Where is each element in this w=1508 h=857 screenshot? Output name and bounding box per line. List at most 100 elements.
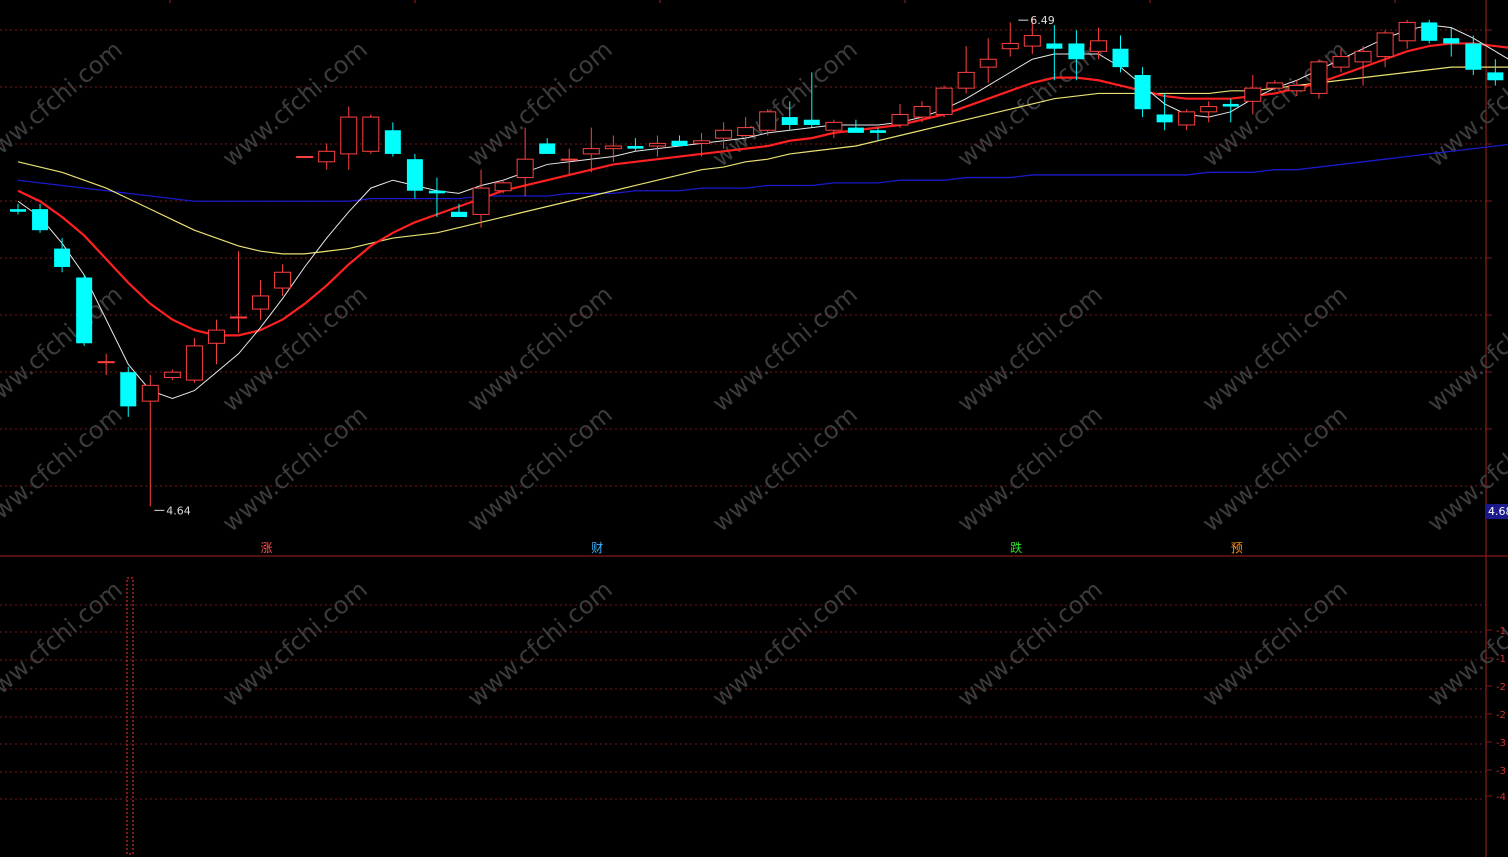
watermark-text: www.cfchi.com [217,400,373,537]
candle-body-up [494,182,512,192]
candle-body-down [10,209,26,212]
candle-body-up [737,127,755,137]
candle-body-down [869,130,886,133]
watermark-text: www.cfchi.com [1197,400,1353,537]
candle[interactable] [120,366,137,417]
candle[interactable] [318,143,336,170]
candle-body-down [1465,43,1482,70]
candle-body-down [1156,114,1173,123]
candle-body-up [693,140,711,144]
candle-body-up [1376,32,1394,58]
candle[interactable] [1443,27,1460,57]
candle-body-up [340,116,358,155]
candle[interactable] [1134,67,1151,118]
candle-body-down [1112,48,1129,68]
candle[interactable] [451,203,467,218]
watermark-text: www.cfchi.com [0,35,128,172]
candle-body-up [1266,82,1284,89]
candle[interactable] [891,103,909,128]
candle-body-up [296,156,314,159]
signal-label: 涨 [261,540,273,555]
candle-body-down [803,119,820,125]
candle[interactable] [340,106,358,170]
candle-body-down [1068,43,1085,60]
candle[interactable] [494,180,512,194]
candle-body-down [406,159,423,191]
candle[interactable] [384,122,401,157]
sub-axis-label: -2 [1496,682,1506,693]
candle-body-down [1487,72,1504,81]
watermark-text: www.cfchi.com [952,575,1108,712]
watermark-text: www.cfchi.com [462,280,618,417]
candle[interactable] [825,119,843,139]
candle-body-up [560,158,578,161]
candle[interactable] [1178,109,1196,131]
candle[interactable] [604,135,622,162]
candle[interactable] [1487,59,1504,86]
watermark-text: www.cfchi.com [707,35,863,172]
candle-body-up [582,148,600,155]
watermark-text: www.cfchi.com [952,280,1108,417]
candle[interactable] [207,319,225,365]
watermark-text: www.cfchi.com [1197,280,1353,417]
candle[interactable] [539,138,556,154]
sub-axis-label: -3 [1496,738,1506,749]
candle[interactable] [163,369,181,381]
watermark-text: www.cfchi.com [0,280,128,417]
sub-panel-bar [126,577,134,855]
watermark-text: www.cfchi.com [217,280,373,417]
candle[interactable] [230,251,247,333]
candle[interactable] [1421,19,1438,44]
candle[interactable] [1200,101,1218,123]
signal-markers: 涨财跌预 [259,540,1244,555]
candle[interactable] [428,177,445,218]
candle[interactable] [648,135,666,157]
candle-body-up [185,345,203,381]
candle[interactable] [582,127,600,173]
candle[interactable] [362,114,380,154]
candle-body-down [451,211,467,218]
candle[interactable] [671,135,688,147]
candle-body-up [891,113,909,126]
candle[interactable] [76,274,93,346]
candle[interactable] [935,85,953,118]
candle[interactable] [406,153,423,199]
candle-body-down [1222,103,1239,107]
candle[interactable] [1398,19,1416,49]
candle[interactable] [296,156,314,159]
signal-label: 跌 [1010,540,1022,555]
candle[interactable] [185,338,203,383]
watermark-text: www.cfchi.com [217,575,373,712]
candle[interactable] [141,374,159,507]
candle[interactable] [957,46,975,94]
candle[interactable] [54,238,71,273]
high-price-label: 6.49 [1030,14,1055,27]
signal-label: 财 [591,541,603,555]
last-price-label: 4.68 [1488,505,1508,518]
candle[interactable] [252,280,270,320]
candle-body-up [1244,87,1262,102]
candle-body-up [1001,42,1019,50]
candle[interactable] [627,138,644,152]
candle-body-up [252,295,270,310]
candle[interactable] [32,203,49,233]
sub-axis-label: -4 [1496,792,1506,803]
candle[interactable] [1112,35,1129,73]
candle-body-up [274,271,292,289]
candle[interactable] [869,127,886,141]
signal-marker: 涨 [259,540,274,555]
candle-body-down [32,209,49,231]
signal-marker: 财 [590,541,605,555]
low-price-label: 4.64 [166,504,191,517]
candle[interactable] [847,119,864,133]
candle[interactable] [1001,22,1019,57]
watermark-text: www.cfchi.com [952,400,1108,537]
candle-body-up [1332,56,1350,68]
candle[interactable] [472,169,490,228]
candle[interactable] [560,148,578,175]
candle[interactable] [979,38,997,83]
candle-body-up [516,158,534,179]
candle-body-up [472,187,490,215]
candle[interactable] [1310,59,1328,99]
candle-body-up [1023,35,1041,47]
